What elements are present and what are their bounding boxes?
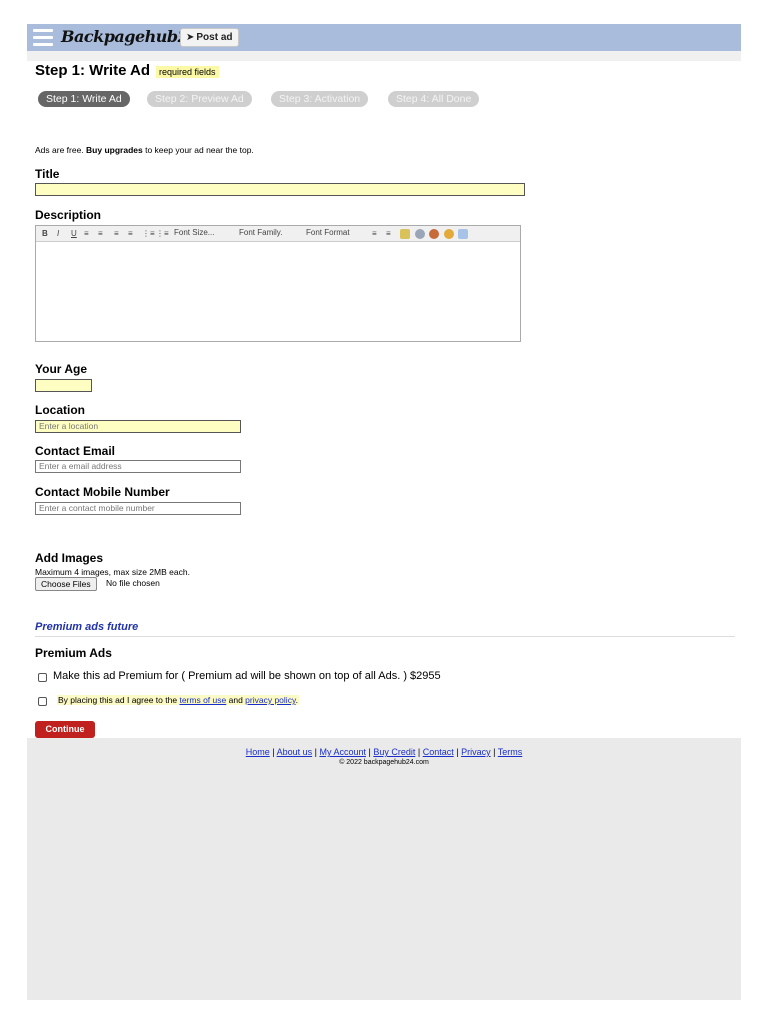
footer-sep: | [269,747,277,757]
edit-icon[interactable] [400,229,410,239]
intro-suffix: to keep your ad near the top. [145,145,254,155]
email-input[interactable]: Enter a email address [35,460,241,473]
terms-link[interactable]: terms of use [179,695,226,705]
top-bar: Backpagehub24 ➤ Post ad [27,24,741,51]
sub-bar [27,51,741,61]
age-label: Your Age [35,362,88,376]
align-center-icon[interactable]: ≡ [98,228,103,239]
agree-prefix: By placing this ad I agree to the [58,695,178,705]
bold-icon[interactable]: B [42,228,48,239]
description-editor[interactable]: B I U ≡ ≡ ≡ ≡ ⋮≡ ⋮≡ Font Size... Font Fa… [35,225,521,342]
agree-text: By placing this ad I agree to the terms … [57,695,299,705]
outdent-icon[interactable]: ≡ [372,228,377,239]
agree-and: and [228,695,243,705]
premium-checkbox[interactable] [38,673,47,682]
footer-sep: | [453,747,462,757]
age-input[interactable] [35,379,92,392]
footer-link-account[interactable]: My Account [319,747,366,757]
underline-icon[interactable]: U [71,228,77,239]
images-hint: Maximum 4 images, max size 2MB each. [35,567,190,577]
continue-button[interactable]: Continue [35,721,95,738]
step-4-pill: Step 4: All Done [388,91,480,107]
premium-section-title: Premium ads future [35,621,139,633]
indent-icon[interactable]: ≡ [386,228,391,239]
footer-link-privacy[interactable]: Privacy [461,747,491,757]
divider [35,636,735,637]
footer-links: Home | About us | My Account | Buy Credi… [27,747,741,757]
link-icon[interactable] [415,229,425,239]
copyright: © 2022 backpagehub24.com [339,759,429,766]
italic-icon[interactable]: I [57,228,59,239]
align-right-icon[interactable]: ≡ [114,228,119,239]
title-label: Title [35,167,60,181]
footer-link-terms[interactable]: Terms [498,747,523,757]
menu-icon[interactable] [33,29,53,46]
numbered-list-icon[interactable]: ⋮≡ [156,228,169,239]
mobile-label: Contact Mobile Number [35,485,170,499]
unlink-icon[interactable] [429,229,439,239]
font-size-select[interactable]: Font Size... [174,228,214,237]
agree-checkbox[interactable] [38,697,47,706]
images-label: Add Images [35,551,104,565]
step-2-pill: Step 2: Preview Ad [147,91,252,107]
footer-link-buy-credit[interactable]: Buy Credit [373,747,415,757]
footer-link-about[interactable]: About us [277,747,313,757]
justify-icon[interactable]: ≡ [128,228,133,239]
footer-sep: | [490,747,498,757]
post-ad-label: Post ad [196,32,233,43]
intro-prefix: Ads are free. [35,145,84,155]
description-label: Description [35,208,102,222]
step-3-pill: Step 3: Activation [271,91,369,107]
premium-option-label: Make this ad Premium for ( Premium ad wi… [53,670,441,682]
footer: Home | About us | My Account | Buy Credi… [27,738,741,1000]
page-shell: Backpagehub24 ➤ Post ad Step 1: Write Ad … [27,24,741,1000]
anchor-icon[interactable] [444,229,454,239]
align-left-icon[interactable]: ≡ [84,228,89,239]
premium-heading: Premium Ads [35,646,112,660]
mobile-input[interactable]: Enter a contact mobile number [35,502,241,515]
agree-period: . [295,695,298,705]
choose-files-button[interactable]: Choose Files [35,577,97,591]
title-input[interactable] [35,183,525,196]
send-icon: ➤ [186,32,195,43]
footer-sep: | [415,747,423,757]
site-logo[interactable]: Backpagehub24 [61,27,199,46]
footer-link-contact[interactable]: Contact [423,747,454,757]
location-label: Location [35,403,85,417]
font-family-select[interactable]: Font Family. [239,228,282,237]
required-fields-badge: required fields [156,66,219,78]
footer-link-home[interactable]: Home [246,747,270,757]
buy-upgrades-text: Buy upgrades [86,145,143,155]
bullet-list-icon[interactable]: ⋮≡ [142,228,155,239]
post-ad-button[interactable]: ➤ Post ad [180,28,239,47]
intro-text: Ads are free. Buy upgrades to keep your … [35,145,254,155]
font-format-select[interactable]: Font Format [306,228,350,237]
page-title: Step 1: Write Ad [35,62,151,79]
location-input[interactable]: Enter a location [35,420,241,433]
privacy-link[interactable]: privacy policy [245,695,295,705]
step-1-pill: Step 1: Write Ad [38,91,130,107]
editor-toolbar: B I U ≡ ≡ ≡ ≡ ⋮≡ ⋮≡ Font Size... Font Fa… [36,226,520,242]
email-label: Contact Email [35,444,116,458]
no-file-text: No file chosen [106,578,160,588]
image-icon[interactable] [458,229,468,239]
